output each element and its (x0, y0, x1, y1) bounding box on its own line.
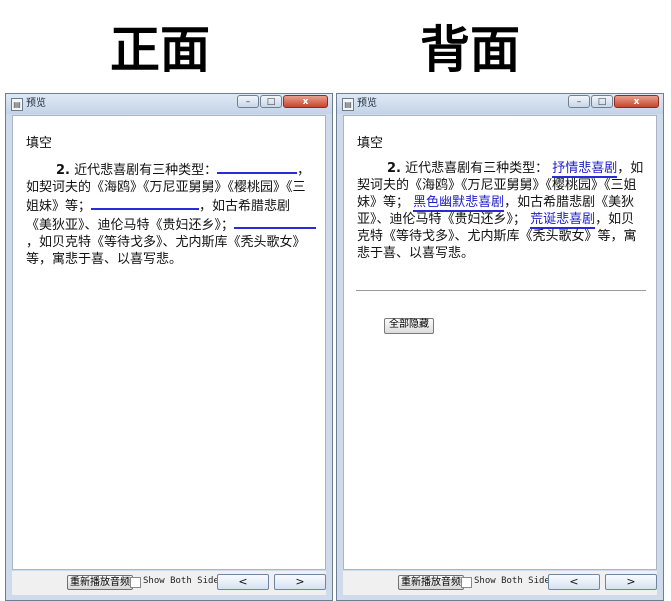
show-both-sides-label[interactable]: Show Both Sides (474, 575, 555, 588)
answer-2: 黑色幽默悲喜剧 (413, 195, 505, 212)
title-bar[interactable]: ▤ 预览 – □ x (337, 94, 663, 114)
answer-3: 荒诞悲喜剧 (530, 212, 596, 229)
question-number: 2. (56, 163, 70, 178)
window-title: 预览 (357, 98, 377, 109)
answer-1: 抒情悲喜剧 (552, 161, 618, 178)
replay-audio-button[interactable]: 重新播放音频 (67, 575, 133, 590)
bottom-toolbar: 重新播放音频 Show Both Sides < > (12, 571, 326, 595)
question-number: 2. (387, 161, 401, 176)
answer-text: 2. 近代悲喜剧有三种类型： 抒情悲喜剧，如契诃夫的《海鸥》《万尼亚舅舅》《樱桃… (357, 160, 647, 262)
app-icon: ▤ (342, 98, 354, 111)
maximize-button[interactable]: □ (591, 95, 613, 108)
show-both-sides-checkbox[interactable] (461, 577, 472, 588)
section-label: 填空 (357, 136, 384, 151)
front-heading: 正面 (110, 20, 210, 79)
app-icon: ▤ (11, 98, 23, 111)
section-label: 填空 (26, 136, 53, 151)
answer-blank-1-cont (279, 160, 298, 174)
minimize-button[interactable]: – (568, 95, 590, 108)
minimize-button[interactable]: – (237, 95, 259, 108)
title-bar[interactable]: ▤ 预览 – □ x (6, 94, 332, 114)
back-heading: 背面 (420, 20, 520, 79)
show-both-sides-label[interactable]: Show Both Sides (143, 575, 224, 588)
answer-blank-2-cont (183, 196, 200, 210)
close-button[interactable]: x (614, 95, 659, 108)
previous-button[interactable]: < (217, 574, 269, 590)
front-preview-window: ▤ 预览 – □ x 填空 2. 近代悲喜剧有三种类型： ，如契诃夫的《海鸥》《万… (5, 93, 333, 601)
show-both-sides-checkbox[interactable] (130, 577, 141, 588)
maximize-button[interactable]: □ (260, 95, 282, 108)
question-segment-3: ，如贝克特《等待戈多》、尤内斯库《秃头歌女》等，寓悲于喜、以喜写悲。 (26, 235, 306, 267)
question-text: 2. 近代悲喜剧有三种类型： ，如契诃夫的《海鸥》《万尼亚舅舅》《樱桃园》《三姐妹… (26, 160, 317, 268)
answer-blank-1 (217, 160, 280, 174)
previous-button[interactable]: < (548, 574, 600, 590)
question-prompt: 近代悲喜剧有三种类型： (74, 163, 218, 178)
window-title: 预览 (26, 98, 46, 109)
question-prompt: 近代悲喜剧有三种类型： (405, 161, 549, 176)
back-preview-window: ▤ 预览 – □ x 填空 2. 近代悲喜剧有三种类型： 抒情悲喜剧，如契诃夫的… (336, 93, 664, 601)
card-content: 填空 2. 近代悲喜剧有三种类型： ，如契诃夫的《海鸥》《万尼亚舅舅》《樱桃园》《… (12, 115, 326, 570)
card-content: 填空 2. 近代悲喜剧有三种类型： 抒情悲喜剧，如契诃夫的《海鸥》《万尼亚舅舅》… (343, 115, 657, 570)
next-button[interactable]: > (605, 574, 657, 590)
replay-audio-button[interactable]: 重新播放音频 (398, 575, 464, 590)
answer-blank-2 (91, 196, 184, 210)
hide-all-button[interactable]: 全部隐藏 (384, 318, 434, 334)
next-button[interactable]: > (274, 574, 326, 590)
answer-blank-3 (234, 215, 317, 229)
bottom-toolbar: 重新播放音频 Show Both Sides < > (343, 571, 657, 595)
close-button[interactable]: x (283, 95, 328, 108)
divider (356, 290, 646, 291)
